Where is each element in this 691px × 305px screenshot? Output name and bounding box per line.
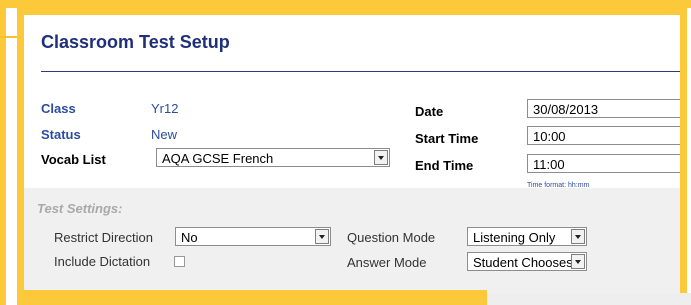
vocab-list-select[interactable]: AQA GCSE French (156, 148, 390, 167)
dropdown-arrow-icon[interactable] (571, 229, 585, 244)
answer-mode-label: Answer Mode (347, 255, 427, 270)
dropdown-arrow-icon[interactable] (571, 254, 585, 269)
dropdown-arrow-icon[interactable] (315, 229, 329, 244)
question-mode-label: Question Mode (347, 230, 436, 245)
status-value: New (151, 127, 178, 142)
test-setup-panel: Classroom Test Setup Class Yr12 Status N… (17, 8, 687, 295)
question-mode-value: Listening Only (473, 230, 556, 245)
date-value: 30/08/2013 (533, 102, 599, 117)
test-settings-heading: Test Settings: (37, 201, 123, 216)
vocab-list-value: AQA GCSE French (162, 151, 274, 166)
question-mode-select[interactable]: Listening Only (467, 227, 587, 246)
answer-mode-select[interactable]: Student Chooses (467, 252, 587, 271)
frame-shadow (487, 293, 691, 305)
status-label: Status (41, 127, 81, 142)
restrict-direction-value: No (181, 230, 198, 245)
highlight-frame-bottom (17, 290, 487, 305)
date-label: Date (415, 104, 444, 119)
include-dictation-checkbox[interactable] (174, 256, 185, 267)
restrict-direction-label: Restrict Direction (54, 230, 153, 245)
vocab-list-label: Vocab List (41, 152, 106, 167)
page-title: Classroom Test Setup (41, 32, 230, 52)
end-time-label: End Time (415, 158, 474, 173)
class-label: Class (41, 101, 76, 116)
start-time-input[interactable]: 10:00 (527, 126, 680, 145)
start-time-label: Start Time (415, 131, 479, 146)
end-time-value: 11:00 (533, 157, 565, 172)
restrict-direction-select[interactable]: No (175, 227, 331, 246)
include-dictation-label: Include Dictation (54, 254, 151, 269)
end-time-input[interactable]: 11:00 (527, 154, 680, 173)
title-divider (41, 71, 680, 72)
highlight-frame-left (0, 0, 6, 305)
dropdown-arrow-icon[interactable] (374, 150, 388, 165)
start-time-value: 10:00 (533, 129, 566, 144)
test-settings-section: Test Settings: Restrict Direction No Inc… (24, 188, 680, 295)
answer-mode-value: Student Chooses (473, 255, 573, 270)
date-input[interactable]: 30/08/2013 (527, 99, 680, 118)
highlight-frame-top (0, 0, 691, 8)
class-value: Yr12 (151, 101, 179, 116)
